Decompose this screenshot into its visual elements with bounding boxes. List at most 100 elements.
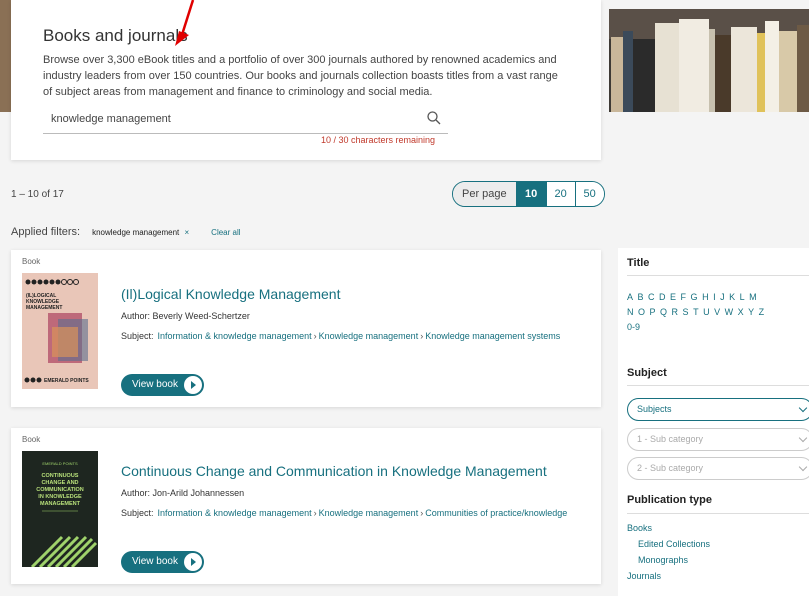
alpha-letter[interactable]: P (650, 307, 656, 317)
view-book-button[interactable]: View book (121, 551, 204, 573)
alpha-letter[interactable]: Q (660, 307, 667, 317)
per-page-10[interactable]: 10 (516, 182, 546, 206)
alpha-letter[interactable]: L (740, 292, 745, 302)
pubtype-books[interactable]: Books (627, 523, 652, 533)
per-page-50[interactable]: 50 (574, 182, 604, 206)
subject-link[interactable]: Information & knowledge management (158, 331, 312, 341)
breadcrumb-separator: › (420, 331, 424, 341)
svg-text:MANAGEMENT: MANAGEMENT (40, 501, 81, 507)
subject-label: Subject: (121, 508, 154, 518)
alpha-letter[interactable]: 0-9 (627, 322, 640, 332)
breadcrumb-separator: › (313, 508, 317, 518)
divider (627, 275, 809, 276)
filter-chip-label: knowledge management (92, 227, 180, 237)
alpha-letter[interactable]: A (627, 292, 633, 302)
arrow-right-icon (184, 553, 202, 571)
per-page-20[interactable]: 20 (545, 182, 575, 206)
alpha-letter[interactable]: C (648, 292, 655, 302)
alphabet-filter: A B C D E F G H I J K L M N O P Q R S T U V W X Y Z 0-9 (627, 290, 809, 335)
svg-text:CONTINUOUS: CONTINUOUS (42, 473, 79, 479)
svg-text:COMMUNICATION: COMMUNICATION (36, 487, 84, 493)
alpha-letter[interactable]: K (729, 292, 735, 302)
arrow-right-icon (184, 376, 202, 394)
book-cover[interactable]: EMERALD POINTS CONTINUOUS CHANGE AND COM… (22, 451, 98, 567)
alpha-letter[interactable]: G (691, 292, 698, 302)
subjects-select-value: Subjects (637, 404, 672, 414)
alpha-letter[interactable]: U (703, 307, 710, 317)
book-cover[interactable]: (IL)LOGICAL KNOWLEDGE MANAGEMENT EMERALD… (22, 273, 98, 389)
hero-card: Books and journals Browse over 3,300 eBo… (11, 0, 601, 160)
hero-description: Browse over 3,300 eBook titles and a por… (43, 54, 558, 98)
sub-category-2-value: 2 - Sub category (637, 463, 704, 473)
search-icon[interactable] (426, 110, 442, 126)
view-book-label: View book (132, 556, 178, 567)
alpha-letter[interactable]: Z (759, 307, 765, 317)
alpha-letter[interactable]: V (714, 307, 720, 317)
applied-filters: Applied filters: knowledge management × … (11, 226, 241, 238)
alpha-letter[interactable]: M (749, 292, 757, 302)
search-input[interactable] (51, 110, 401, 128)
remove-filter-icon[interactable]: × (185, 228, 190, 237)
divider (627, 513, 809, 514)
alpha-letter[interactable]: B (638, 292, 644, 302)
subject-link[interactable]: Knowledge management (319, 331, 419, 341)
subject-link[interactable]: Knowledge management systems (425, 331, 560, 341)
view-book-button[interactable]: View book (121, 374, 204, 396)
characters-remaining: 10 / 30 characters remaining (321, 135, 436, 145)
alpha-letter[interactable]: D (659, 292, 666, 302)
book-author: Author: Beverly Weed-Schertzer (121, 311, 250, 321)
divider (627, 385, 809, 386)
per-page-label: Per page (453, 182, 517, 206)
sub-category-2-select[interactable]: 2 - Sub category (627, 457, 809, 480)
item-type: Book (22, 257, 41, 266)
subject-link[interactable]: Communities of practice/knowledge (425, 508, 567, 518)
svg-text:MANAGEMENT: MANAGEMENT (26, 305, 62, 311)
book-title[interactable]: Continuous Change and Communication in K… (121, 463, 547, 479)
svg-text:EMERALD POINTS: EMERALD POINTS (42, 461, 78, 466)
pubtype-edited-collections[interactable]: Edited Collections (638, 539, 710, 549)
search-bar (43, 106, 448, 134)
results-count: 1 – 10 of 17 (11, 189, 64, 200)
clear-all-link[interactable]: Clear all (211, 228, 240, 237)
alpha-letter[interactable]: E (670, 292, 676, 302)
per-page-selector: Per page 10 20 50 (452, 181, 605, 207)
applied-filters-label: Applied filters: (11, 226, 81, 238)
alpha-letter[interactable]: Y (748, 307, 754, 317)
subject-filter-heading: Subject (627, 367, 667, 379)
breadcrumb-separator: › (313, 331, 317, 341)
alpha-letter[interactable]: S (683, 307, 689, 317)
alpha-letter[interactable]: N (627, 307, 634, 317)
svg-text:EMERALD POINTS: EMERALD POINTS (44, 378, 89, 384)
pubtype-journals[interactable]: Journals (627, 571, 661, 581)
breadcrumb-separator: › (420, 508, 424, 518)
filter-chip: knowledge management × (92, 228, 189, 237)
book-card: Book (IL)LOGICAL KNOWLEDGE MANAGEMENT EM… (11, 250, 601, 407)
subject-link[interactable]: Knowledge management (319, 508, 419, 518)
alpha-letter[interactable]: I (713, 292, 716, 302)
alpha-letter[interactable]: F (681, 292, 687, 302)
alpha-letter[interactable]: H (702, 292, 709, 302)
svg-text:IN KNOWLEDGE: IN KNOWLEDGE (38, 494, 82, 500)
subject-link[interactable]: Information & knowledge management (158, 508, 312, 518)
subject-breadcrumb: Information & knowledge management › Knowl… (158, 329, 561, 343)
view-book-label: View book (132, 379, 178, 390)
subjects-select[interactable]: Subjects (627, 398, 809, 421)
hero-left-strip (0, 0, 11, 112)
alpha-letter[interactable]: R (672, 307, 679, 317)
item-type: Book (22, 435, 41, 444)
pubtype-monographs[interactable]: Monographs (638, 555, 688, 565)
alpha-letter[interactable]: O (638, 307, 645, 317)
book-card: Book EMERALD POINTS CONTINUOUS CHANGE AN… (11, 428, 601, 584)
alpha-letter[interactable]: X (738, 307, 744, 317)
books-photo (609, 9, 809, 112)
svg-text:CHANGE AND: CHANGE AND (41, 480, 78, 486)
alpha-letter[interactable]: W (725, 307, 734, 317)
page-title: Books and journals (43, 26, 188, 45)
chevron-down-icon (798, 433, 808, 443)
alpha-letter[interactable]: J (720, 292, 725, 302)
alpha-letter[interactable]: T (693, 307, 699, 317)
sub-category-1-select[interactable]: 1 - Sub category (627, 428, 809, 451)
title-filter-heading: Title (627, 257, 650, 269)
book-title[interactable]: (Il)Logical Knowledge Management (121, 286, 340, 302)
book-author: Author: Jon-Arild Johannessen (121, 488, 245, 498)
